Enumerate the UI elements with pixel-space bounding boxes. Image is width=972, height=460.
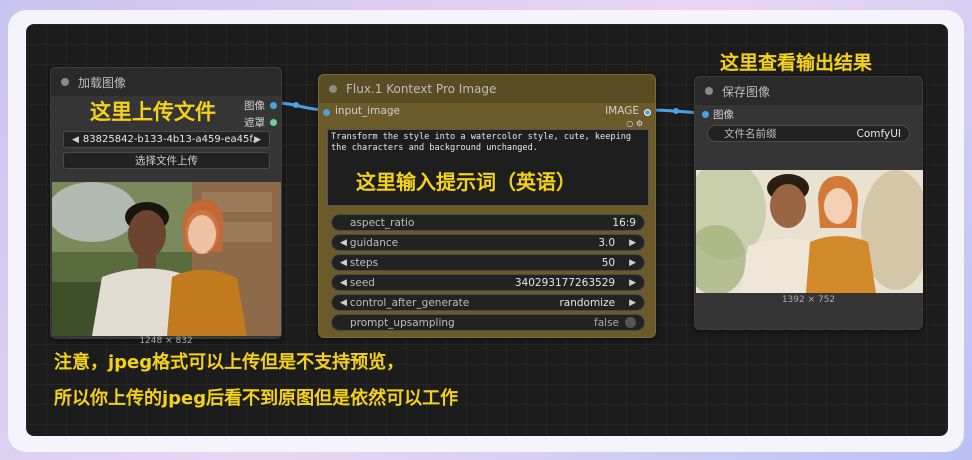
toggle-knob-icon[interactable] — [625, 317, 636, 328]
flux-kontext-node[interactable]: Flux.1 Kontext Pro Image input_image IMA… — [318, 74, 656, 338]
param-value: 340293177263529 — [514, 276, 616, 289]
flux-node-title: Flux.1 Kontext Pro Image — [346, 82, 497, 96]
param-label: steps — [349, 256, 379, 269]
upload-button[interactable]: 选择文件上传 — [63, 152, 270, 169]
param-label: aspect_ratio — [350, 216, 415, 229]
steps-widget[interactable]: ◀ steps 50 ▶ — [331, 254, 645, 271]
param-value: randomize — [559, 296, 616, 309]
next-arrow-icon[interactable]: ▶ — [254, 135, 261, 145]
save-image-node-header[interactable]: 保存图像 — [695, 77, 922, 105]
param-label: seed — [349, 276, 375, 289]
control-after-generate-widget[interactable]: ◀ control_after_generate randomize ▶ — [331, 294, 645, 311]
collapse-dot-icon[interactable] — [61, 78, 69, 86]
save-image-node-title: 保存图像 — [722, 84, 771, 99]
prompt-text: Transform the style into a watercolor st… — [331, 132, 632, 153]
input-image-size: 1248 × 832 — [139, 336, 193, 346]
input-photo — [52, 182, 281, 336]
output-photo — [696, 170, 923, 293]
prompt-upsampling-toggle[interactable]: prompt_upsampling false — [331, 314, 645, 331]
increment-arrow-icon[interactable]: ▶ — [629, 298, 636, 308]
param-value: false — [594, 316, 619, 329]
output-image-label: 图像 — [244, 100, 265, 112]
input-image-port[interactable] — [323, 109, 330, 116]
annotation-note-line1: 注意，jpeg格式可以上传但是不支持预览， — [54, 352, 405, 373]
prev-arrow-icon[interactable]: ◀ — [72, 135, 79, 145]
link-node-dot — [293, 102, 299, 108]
output-image-label: IMAGE — [605, 105, 639, 117]
decrement-arrow-icon[interactable]: ◀ — [340, 238, 347, 248]
output-mask-label: 遮罩 — [244, 117, 265, 129]
param-value: ComfyUI — [856, 127, 902, 140]
guidance-widget[interactable]: ◀ guidance 3.0 ▶ — [331, 234, 645, 251]
output-mask-port[interactable] — [270, 119, 277, 126]
param-value: 50 — [601, 256, 616, 269]
save-image-node[interactable]: 保存图像 图像 文件名前缀 ComfyUI 1392 × 752 — [694, 76, 923, 330]
gear-icon[interactable]: ⚙ — [636, 119, 643, 128]
param-label: 文件名前缀 — [724, 128, 777, 140]
file-name-value: 83825842-b133-4b13-a459-ea45f... — [82, 134, 255, 145]
collapse-dot-icon[interactable] — [329, 85, 337, 93]
node-status-icons: ○ ⚙ — [626, 119, 643, 128]
collapse-dot-icon[interactable] — [705, 87, 713, 95]
load-image-node-header[interactable]: 加载图像 — [51, 68, 281, 96]
input-image-port[interactable] — [702, 111, 709, 118]
param-value: 16:9 — [612, 216, 636, 229]
output-image-port[interactable] — [270, 102, 277, 109]
decrement-arrow-icon[interactable]: ◀ — [340, 298, 347, 308]
decrement-arrow-icon[interactable]: ◀ — [340, 258, 347, 268]
flux-node-header[interactable]: Flux.1 Kontext Pro Image — [319, 75, 655, 103]
decrement-arrow-icon[interactable]: ◀ — [340, 278, 347, 288]
output-image-size: 1392 × 752 — [781, 295, 836, 305]
param-value: 3.0 — [598, 236, 616, 249]
input-image-label: 图像 — [713, 109, 734, 121]
input-image-label: input_image — [335, 105, 400, 117]
param-label: control_after_generate — [349, 296, 470, 309]
upload-button-label: 选择文件上传 — [135, 155, 198, 167]
file-select-widget[interactable]: ◀ 83825842-b133-4b13-a459-ea45f... ▶ — [63, 131, 270, 148]
load-image-node-title: 加载图像 — [78, 75, 127, 90]
annotation-prompt-here: 这里输入提示词（英语） — [356, 170, 576, 194]
increment-arrow-icon[interactable]: ▶ — [629, 238, 636, 248]
annotation-output-here: 这里查看输出结果 — [720, 52, 873, 74]
link-node-dot — [673, 108, 679, 114]
annotation-upload-here: 这里上传文件 — [90, 100, 216, 124]
increment-arrow-icon[interactable]: ▶ — [629, 258, 636, 268]
link-load-to-flux — [274, 101, 325, 112]
increment-arrow-icon[interactable]: ▶ — [629, 278, 636, 288]
node-graph-canvas[interactable]: 加载图像 图像 遮罩 ◀ 83825842-b133-4b13-a459-ea4… — [26, 24, 948, 436]
circle-icon[interactable]: ○ — [626, 119, 633, 128]
filename-prefix-widget[interactable]: 文件名前缀 ComfyUI — [707, 125, 910, 142]
output-image-port[interactable] — [644, 109, 651, 116]
seed-widget[interactable]: ◀ seed 340293177263529 ▶ — [331, 274, 645, 291]
param-label: prompt_upsampling — [350, 316, 455, 329]
param-label: guidance — [349, 236, 399, 249]
aspect-ratio-widget[interactable]: aspect_ratio 16:9 — [331, 214, 645, 231]
annotation-note-line2: 所以你上传的jpeg后看不到原图但是依然可以工作 — [54, 388, 459, 409]
